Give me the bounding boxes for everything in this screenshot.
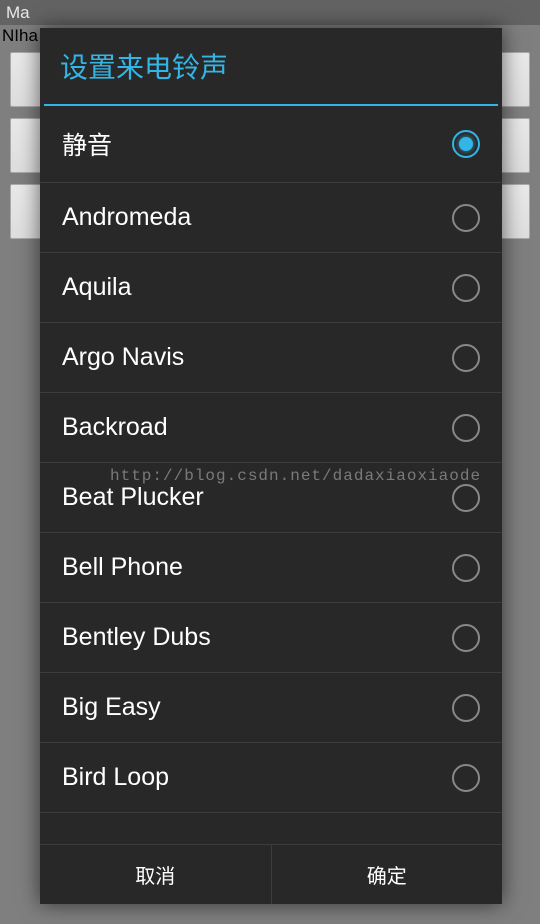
radio-selected-dot [459, 137, 473, 151]
ringtone-item[interactable]: Bird Loop [40, 743, 502, 813]
radio-button-icon[interactable] [452, 414, 480, 442]
radio-button-icon[interactable] [452, 624, 480, 652]
ringtone-item[interactable]: Backroad [40, 393, 502, 463]
ringtone-label: Aquila [62, 273, 132, 302]
ringtone-item[interactable]: Aquila [40, 253, 502, 323]
ringtone-label: Andromeda [62, 203, 191, 232]
ringtone-label: Bird Loop [62, 763, 169, 792]
ringtone-item[interactable]: Bell Phone [40, 533, 502, 603]
radio-button-icon[interactable] [452, 274, 480, 302]
radio-button-icon[interactable] [452, 694, 480, 722]
radio-button-icon[interactable] [452, 484, 480, 512]
activity-title-text: Ma [6, 3, 30, 22]
ringtone-picker-dialog: 设置来电铃声 静音 Andromeda Aquila Argo Navis Backro… [40, 28, 502, 904]
radio-button-icon[interactable] [452, 344, 480, 372]
ringtone-item[interactable]: Big Easy [40, 673, 502, 743]
ringtone-list[interactable]: 静音 Andromeda Aquila Argo Navis Backroad Beat … [40, 106, 502, 844]
dialog-footer: 取消 确定 [40, 844, 502, 904]
radio-button-icon[interactable] [452, 130, 480, 158]
ringtone-item[interactable]: Andromeda [40, 183, 502, 253]
radio-button-icon[interactable] [452, 204, 480, 232]
activity-title-bar: Ma [0, 0, 540, 25]
cancel-button[interactable]: 取消 [40, 845, 271, 904]
ringtone-label: Big Easy [62, 693, 161, 722]
ringtone-label: Beat Plucker [62, 483, 204, 512]
ringtone-item[interactable]: 静音 [40, 106, 502, 183]
radio-button-icon[interactable] [452, 764, 480, 792]
ringtone-item[interactable]: Beat Plucker [40, 463, 502, 533]
ok-button[interactable]: 确定 [272, 845, 503, 904]
ringtone-label: Backroad [62, 413, 168, 442]
ringtone-item[interactable]: Bentley Dubs [40, 603, 502, 673]
ringtone-label: Bell Phone [62, 553, 183, 582]
ringtone-item[interactable]: Argo Navis [40, 323, 502, 393]
ringtone-label: Bentley Dubs [62, 623, 211, 652]
radio-button-icon[interactable] [452, 554, 480, 582]
dialog-title: 设置来电铃声 [40, 28, 502, 104]
ringtone-label: 静音 [62, 126, 112, 162]
ringtone-label: Argo Navis [62, 343, 184, 372]
